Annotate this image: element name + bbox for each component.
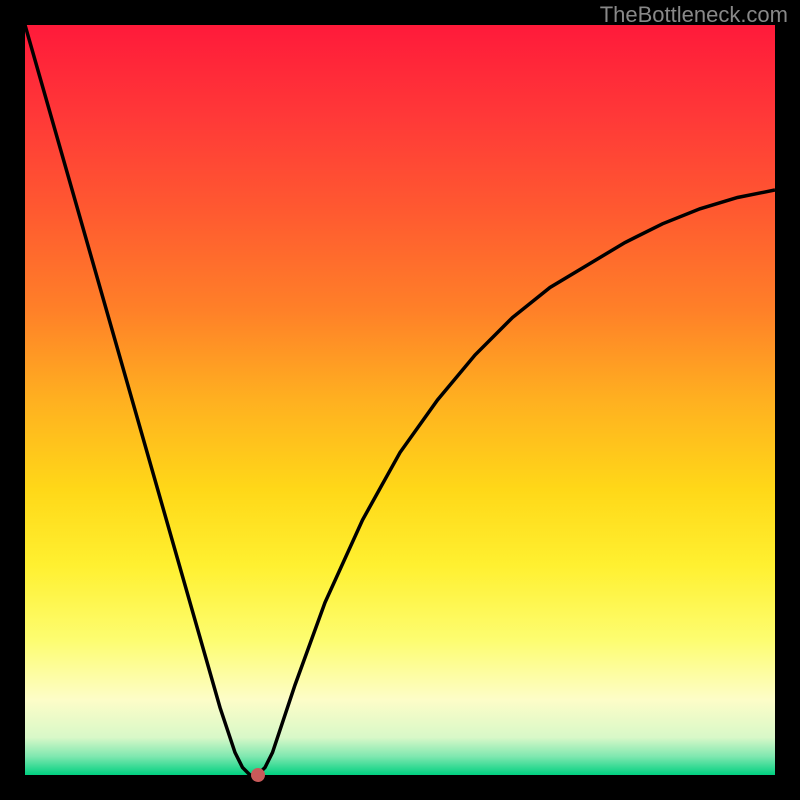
- watermark-text: TheBottleneck.com: [600, 2, 788, 28]
- chart-frame: [25, 25, 775, 775]
- bottleneck-curve: [25, 25, 775, 775]
- optimal-point-marker: [251, 768, 265, 782]
